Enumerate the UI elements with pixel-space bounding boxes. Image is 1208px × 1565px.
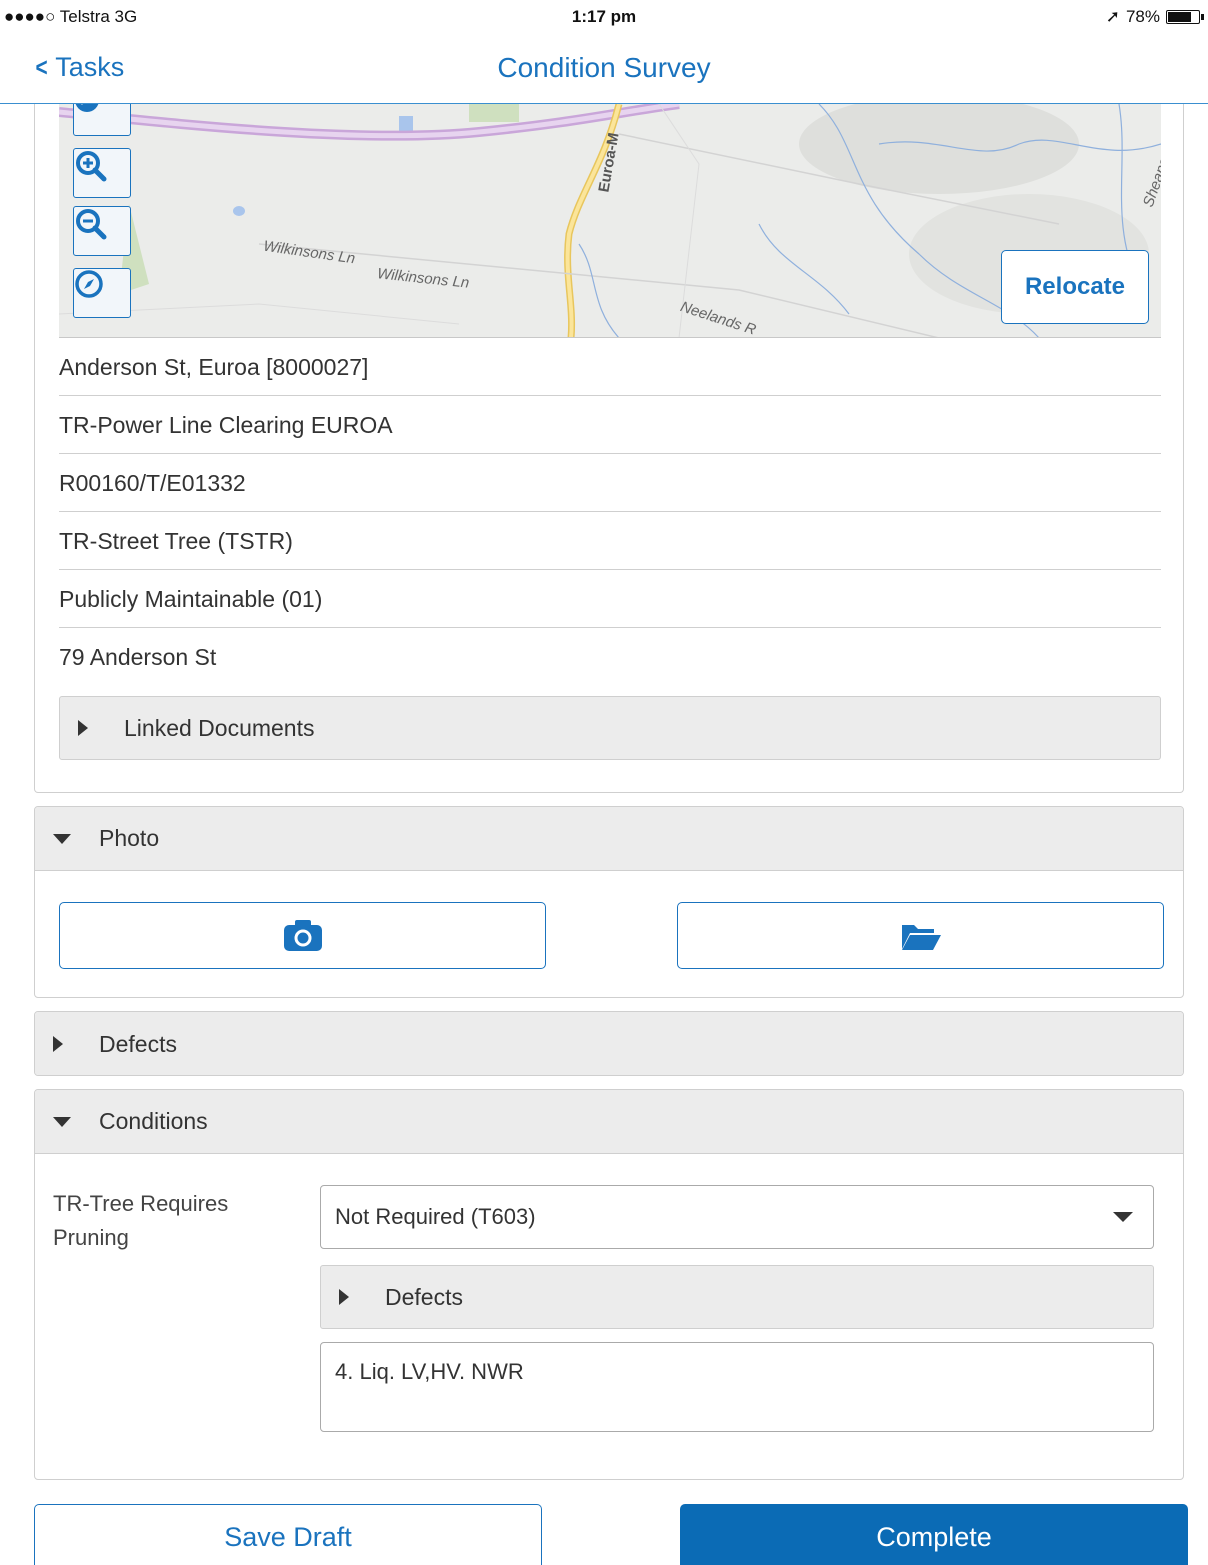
condition-field-label: TR-Tree Requires Pruning <box>53 1191 229 1250</box>
conditions-panel: Conditions TR-Tree Requires Pruning Not … <box>34 1089 1184 1480</box>
battery-percent: 78% <box>1125 7 1160 26</box>
page-title: Condition Survey <box>497 52 711 83</box>
condition-defects-label: Defects <box>385 1283 463 1310</box>
pruning-select-value: Not Required (T603) <box>335 1204 536 1229</box>
conditions-header-label: Conditions <box>99 1108 208 1134</box>
compass-button[interactable] <box>73 268 131 318</box>
zoom-in-icon <box>76 151 107 182</box>
conditions-panel-header[interactable]: Conditions <box>35 1090 1183 1154</box>
take-photo-button[interactable] <box>59 902 546 969</box>
defects-header-label: Defects <box>99 1030 177 1057</box>
defects-panel-header[interactable]: Defects <box>35 1012 1183 1075</box>
relocate-button[interactable]: Relocate <box>1001 250 1149 324</box>
linked-documents-toggle[interactable]: Linked Documents <box>59 696 1161 760</box>
zoom-out-button[interactable] <box>73 206 131 256</box>
detail-row-asset-type: TR-Street Tree (TSTR) <box>59 512 1161 570</box>
complete-button[interactable]: Complete <box>680 1504 1188 1565</box>
expand-arrow-icon <box>53 1036 63 1052</box>
pruning-select[interactable]: Not Required (T603) <box>320 1185 1154 1249</box>
location-arrow-icon: ➚ <box>1105 7 1120 26</box>
folder-open-icon <box>901 924 941 950</box>
defects-panel: Defects <box>34 1011 1184 1076</box>
photo-panel-header[interactable]: Photo <box>35 807 1183 871</box>
zoom-out-icon <box>76 209 107 240</box>
detail-row-maintenance: Publicly Maintainable (01) <box>59 570 1161 628</box>
globe-icon <box>75 104 99 112</box>
linked-documents-label: Linked Documents <box>124 714 315 741</box>
zoom-in-button[interactable] <box>73 148 131 198</box>
compass-icon <box>75 270 103 298</box>
collapse-arrow-icon <box>53 833 71 844</box>
condition-defects-toggle[interactable]: Defects <box>320 1265 1154 1329</box>
clock: 1:17 pm <box>571 7 637 26</box>
detail-row-task: TR-Power Line Clearing EUROA <box>59 396 1161 454</box>
camera-icon <box>283 919 322 951</box>
dropdown-caret-icon <box>1113 1212 1133 1222</box>
expand-arrow-icon <box>78 720 88 736</box>
status-right: ➚ 78% <box>1105 7 1204 27</box>
photo-panel: Photo <box>34 806 1184 998</box>
battery-icon <box>1166 10 1204 24</box>
browse-files-button[interactable] <box>677 902 1164 969</box>
expand-arrow-icon <box>339 1289 349 1305</box>
navigation-bar: < Tasks Condition Survey <box>0 36 1208 104</box>
condition-notes-field[interactable]: 4. Liq. LV,HV. NWR <box>320 1342 1154 1432</box>
detail-row-reference: R00160/T/E01332 <box>59 454 1161 512</box>
asset-details-card: Wilkinsons Ln Wilkinsons Ln Euroa-M Neel… <box>34 104 1184 793</box>
save-draft-button[interactable]: Save Draft <box>34 1504 542 1565</box>
photo-header-label: Photo <box>99 825 160 851</box>
map-view[interactable]: Wilkinsons Ln Wilkinsons Ln Euroa-M Neel… <box>59 104 1161 338</box>
status-bar: ●●●●○ Telstra 3G 1:17 pm ➚ 78% <box>0 0 1208 36</box>
globe-layer-button[interactable] <box>73 104 131 136</box>
collapse-arrow-icon <box>53 1116 71 1127</box>
detail-row-location: Anderson St, Euroa [8000027] <box>59 338 1161 396</box>
detail-row-address: 79 Anderson St <box>59 644 217 670</box>
